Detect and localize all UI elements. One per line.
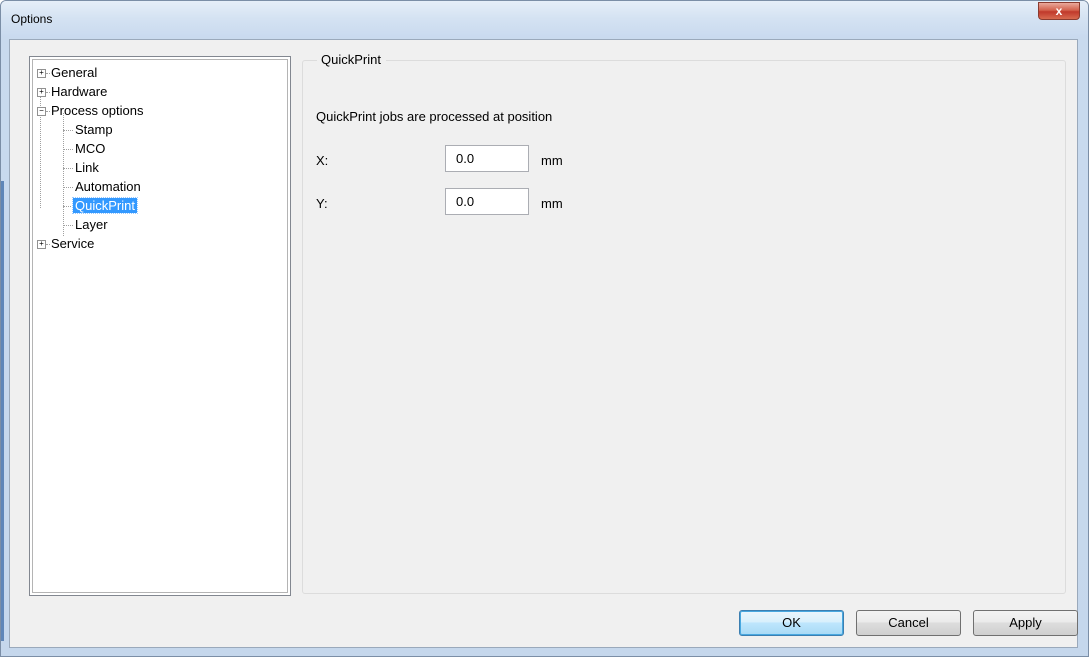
tree-connector — [46, 244, 50, 245]
tree-connector — [46, 73, 50, 74]
y-unit-label: mm — [541, 196, 563, 211]
x-unit-label: mm — [541, 153, 563, 168]
tree-item-label: Stamp — [75, 122, 113, 137]
tree-item-process-options[interactable]: Process options — [51, 101, 144, 120]
x-position-input[interactable] — [445, 145, 529, 172]
tree-connector — [63, 149, 73, 150]
tree-item-hardware[interactable]: Hardware — [51, 82, 107, 101]
plus-box-icon[interactable]: + — [37, 88, 46, 97]
tree-item-service[interactable]: Service — [51, 234, 94, 253]
close-icon: x — [1055, 4, 1063, 18]
plus-box-icon[interactable]: + — [37, 240, 46, 249]
apply-button-label: Apply — [1009, 615, 1042, 630]
minus-box-icon[interactable]: − — [37, 107, 46, 116]
tree-connector — [63, 206, 71, 207]
tree-item-link[interactable]: Link — [75, 158, 99, 177]
tree-item-label: Hardware — [51, 84, 108, 99]
tree-child-connector — [63, 113, 64, 236]
quickprint-group: QuickPrint QuickPrint jobs are processed… — [302, 52, 1066, 594]
plus-box-icon[interactable]: + — [37, 69, 46, 78]
y-label: Y: — [316, 196, 328, 211]
tree-item-label: Automation — [75, 179, 141, 194]
tree-item-mco[interactable]: MCO — [75, 139, 105, 158]
tree-item-automation[interactable]: Automation — [75, 177, 141, 196]
tree-item-stamp[interactable]: Stamp — [75, 120, 113, 139]
tree-item-label: MCO — [75, 141, 106, 156]
dialog-client-area: + General + Hardware − Process options S… — [9, 39, 1078, 648]
close-button[interactable]: x — [1038, 2, 1080, 20]
position-description: QuickPrint jobs are processed at positio… — [316, 109, 553, 124]
cancel-button-label: Cancel — [888, 615, 929, 630]
tree-item-label: Layer — [75, 217, 108, 232]
group-title: QuickPrint — [317, 52, 386, 67]
options-tree[interactable]: + General + Hardware − Process options S… — [29, 56, 291, 596]
tree-connector — [46, 92, 50, 93]
ok-button-label: OK — [782, 615, 801, 630]
tree-connector — [63, 130, 73, 131]
options-dialog: Options x + General + Hardware − Process… — [0, 0, 1089, 657]
tree-connector — [46, 111, 50, 112]
tree-connector — [63, 187, 73, 188]
window-title: Options — [11, 12, 53, 26]
tree-connector — [63, 225, 73, 226]
x-label: X: — [316, 153, 329, 168]
window-edge-accent — [1, 181, 4, 641]
tree-item-label: Service — [51, 236, 95, 251]
tree-item-label: Process options — [51, 103, 144, 118]
cancel-button[interactable]: Cancel — [856, 610, 961, 636]
tree-item-label: Link — [75, 160, 99, 175]
apply-button[interactable]: Apply — [973, 610, 1078, 636]
ok-button[interactable]: OK — [739, 610, 844, 636]
tree-item-quickprint[interactable]: QuickPrint — [72, 196, 138, 215]
y-position-input[interactable] — [445, 188, 529, 215]
tree-item-label: General — [51, 65, 98, 80]
tree-item-layer[interactable]: Layer — [75, 215, 108, 234]
title-bar[interactable]: Options x — [1, 1, 1088, 37]
tree-inner-border — [32, 59, 288, 593]
tree-item-label: QuickPrint — [72, 197, 138, 214]
tree-connector — [63, 168, 73, 169]
tree-item-general[interactable]: General — [51, 63, 97, 82]
